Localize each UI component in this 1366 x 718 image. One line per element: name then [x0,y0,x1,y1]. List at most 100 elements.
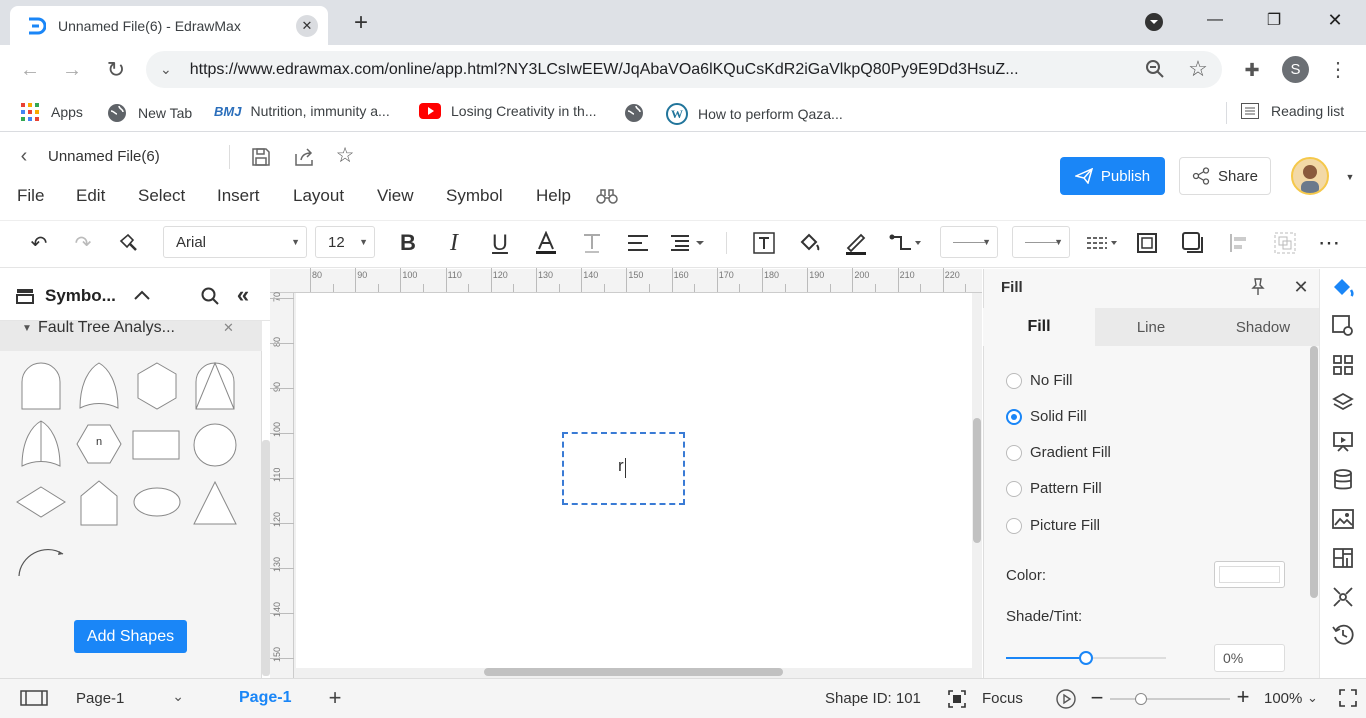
solid-fill-radio[interactable] [1006,409,1022,425]
pin-icon[interactable] [1249,278,1267,296]
zoom-slider[interactable] [1110,693,1230,705]
favorite-star-icon[interactable]: ☆ [334,144,356,167]
zoom-dropdown-icon[interactable]: ⌄ [1307,690,1318,706]
close-tab-icon[interactable]: ✕ [296,14,318,37]
browser-menu-icon[interactable]: ⋮ [1326,57,1350,81]
browser-tab[interactable]: Unnamed File(6) - EdrawMax ✕ [10,6,328,45]
shape-text[interactable]: r [618,456,624,476]
bookmark-globe[interactable] [624,103,644,123]
font-color-icon[interactable] [531,229,561,257]
undo-icon[interactable]: ↶ [24,229,54,257]
text-box-icon[interactable] [749,229,779,257]
fill-paint-icon[interactable] [1330,275,1356,301]
canvas-vertical-scrollbar[interactable] [973,418,981,543]
pattern-fill-radio[interactable] [1006,481,1022,497]
house-shape[interactable] [80,480,118,526]
italic-icon[interactable]: I [439,229,469,257]
clear-format-icon[interactable] [577,229,607,257]
focus-label[interactable]: Focus [982,690,1023,707]
zoom-slider-thumb[interactable] [1135,693,1147,705]
play-icon[interactable] [1055,688,1077,710]
focus-icon[interactable] [947,689,967,709]
new-tab-button[interactable]: + [348,9,374,36]
no-fill-radio[interactable] [1006,373,1022,389]
layout-grid-icon[interactable] [1330,352,1356,378]
export-icon[interactable] [294,146,316,168]
shade-value-input[interactable]: 0% [1214,644,1285,672]
bookmark-star-icon[interactable]: ☆ [1186,56,1210,81]
bookmark-apps[interactable]: Apps [21,103,83,121]
history-icon[interactable] [1330,622,1356,648]
collapse-chevron-icon[interactable] [133,286,151,304]
menu-layout[interactable]: Layout [293,186,344,206]
menu-file[interactable]: File [17,186,44,206]
align-icon[interactable] [623,229,653,257]
back-arrow-icon[interactable]: ‹ [14,145,34,167]
and-gate-shape[interactable] [20,362,62,410]
font-family-select[interactable]: Arial ▼ [163,226,307,258]
shade-slider-thumb[interactable] [1079,651,1093,665]
group-icon[interactable] [1270,229,1300,257]
reload-icon[interactable]: ↻ [104,57,128,82]
panel-scrollbar[interactable] [262,440,270,676]
tab-line[interactable]: Line [1095,308,1207,346]
format-painter-icon[interactable] [114,229,144,257]
zoom-level[interactable]: 100% [1264,690,1302,707]
close-window-button[interactable]: ✕ [1305,0,1365,40]
forward-icon[interactable]: → [60,58,84,82]
chevron-down-icon[interactable]: ⌄ [160,61,172,78]
url-text[interactable]: https://www.edrawmax.com/online/app.html… [190,61,1130,79]
tab-fill[interactable]: Fill [983,308,1095,346]
font-size-select[interactable]: 12 ▼ [315,226,375,258]
inhibit-gate-shape[interactable]: n [76,424,122,464]
picture-fill-radio[interactable] [1006,518,1022,534]
diamond-shape[interactable] [16,486,66,518]
circle-shape[interactable] [192,422,238,468]
close-library-icon[interactable]: ✕ [223,320,234,336]
page-panel-icon[interactable] [20,689,48,707]
user-avatar[interactable] [1291,157,1329,195]
bookmark-wordpress[interactable]: W How to perform Qaza... [666,103,843,125]
close-panel-icon[interactable]: ✕ [1292,277,1310,297]
layers-icon[interactable] [1330,390,1356,416]
menu-select[interactable]: Select [138,186,185,206]
binoculars-icon[interactable] [596,186,618,206]
shade-slider-track[interactable] [1006,651,1166,665]
save-icon[interactable] [250,146,272,168]
rectangle-shape[interactable] [132,430,180,460]
underline-icon[interactable]: U [485,229,515,257]
minimize-button[interactable]: — [1185,0,1245,40]
arc-shape[interactable] [16,542,66,578]
align-shapes-icon[interactable] [1224,229,1254,257]
priority-and-gate-shape[interactable] [194,362,236,410]
line-spacing-icon[interactable] [668,229,708,257]
selected-text-shape[interactable]: r [562,432,685,505]
zoom-out-icon[interactable]: − [1088,685,1106,710]
collapse-panel-icon[interactable]: « [234,282,252,307]
reading-list[interactable]: Reading list [1241,103,1344,119]
redo-icon[interactable]: ↷ [68,229,98,257]
shape-border-icon[interactable] [1132,229,1162,257]
bookmark-youtube[interactable]: Losing Creativity in th... [419,103,597,119]
data-icon[interactable] [1330,467,1356,493]
line-color-icon[interactable] [841,229,871,257]
arrow-style-icon[interactable] [1084,229,1120,257]
gradient-fill-radio[interactable] [1006,445,1022,461]
page-tab-active[interactable]: Page-1 [239,689,291,707]
fullscreen-icon[interactable] [1338,688,1358,708]
publish-button[interactable]: Publish [1060,157,1165,195]
image-icon[interactable] [1330,506,1356,532]
mind-map-icon[interactable] [1330,584,1356,610]
format-panel-scrollbar[interactable] [1310,346,1318,598]
presentation-icon[interactable] [1330,429,1356,455]
table-layout-icon[interactable] [1330,545,1356,571]
extensions-icon[interactable]: ✚ [1240,58,1264,82]
menu-view[interactable]: View [377,186,414,206]
add-page-icon[interactable]: + [325,685,345,710]
menu-insert[interactable]: Insert [217,186,260,206]
fill-bucket-icon[interactable] [795,229,825,257]
ellipse-shape[interactable] [132,486,182,518]
search-icon[interactable] [201,287,219,305]
color-picker[interactable] [1214,561,1285,588]
file-name[interactable]: Unnamed File(6) [48,148,160,165]
